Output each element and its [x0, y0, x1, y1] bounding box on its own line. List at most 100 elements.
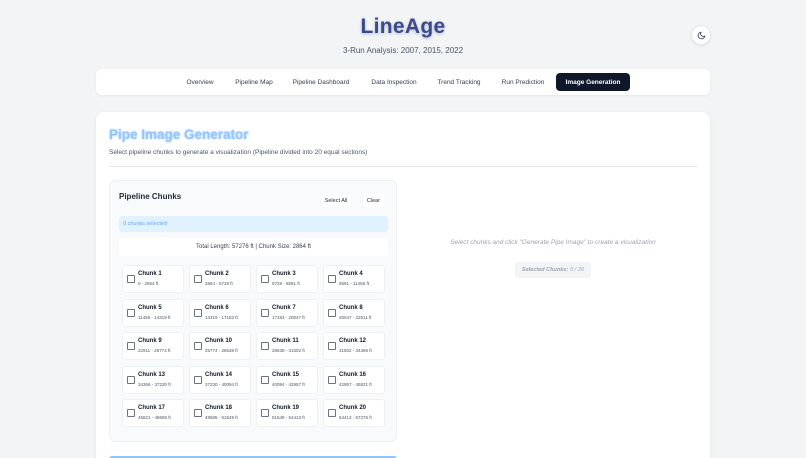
- chunk-item[interactable]: Chunk 13 34366 - 37230 ft: [122, 365, 184, 394]
- chunk-checkbox[interactable]: [261, 308, 269, 317]
- chunk-checkbox[interactable]: [127, 375, 135, 384]
- chunk-item[interactable]: Chunk 3 5728 - 8591 ft: [256, 265, 318, 293]
- chunk-name: Chunk 5: [138, 304, 162, 311]
- chunk-range: 25774 - 28638 ft: [205, 348, 238, 353]
- chunk-checkbox[interactable]: [127, 308, 135, 317]
- image-preview-area: Select chunks and click "Generate Pipe I…: [409, 180, 697, 442]
- chunk-item[interactable]: Chunk 9 22911 - 25774 ft: [122, 332, 184, 360]
- chunk-name: Chunk 7: [272, 304, 296, 311]
- chunk-checkbox[interactable]: [328, 375, 336, 384]
- chunk-item[interactable]: Chunk 8 20047 - 22911 ft: [323, 298, 385, 327]
- chunk-range: 22911 - 25774 ft: [138, 348, 171, 353]
- chunk-range: 42957 - 45821 ft: [339, 381, 372, 387]
- chunk-checkbox[interactable]: [261, 275, 269, 283]
- chunk-range: 28638 - 31502 ft: [272, 348, 305, 353]
- chunk-item[interactable]: Chunk 10 25774 - 28638 ft: [189, 332, 251, 360]
- chunk-range: 2864 - 5728 ft: [205, 281, 233, 286]
- chunk-item[interactable]: Chunk 7 17183 - 20047 ft: [256, 298, 318, 327]
- chunk-range: 54413 - 57276 ft: [339, 415, 372, 420]
- chunk-name: Chunk 13: [138, 371, 166, 378]
- select-all-button[interactable]: Select All: [321, 194, 351, 207]
- total-length-info: Total Length: 57276 ft | Chunk Size: 286…: [119, 238, 388, 256]
- chunk-name: Chunk 3: [272, 271, 296, 277]
- chunk-checkbox[interactable]: [194, 275, 202, 283]
- chunk-range: 37230 - 40094 ft: [205, 381, 238, 387]
- chunk-item[interactable]: Chunk 14 37230 - 40094 ft: [189, 365, 251, 394]
- chunk-name: Chunk 9: [138, 338, 162, 344]
- chunk-range: 5728 - 8591 ft: [272, 281, 300, 286]
- chunk-name: Chunk 10: [205, 338, 233, 344]
- divider: [109, 166, 697, 167]
- chunk-checkbox[interactable]: [328, 409, 336, 417]
- chunk-item[interactable]: Chunk 1 0 - 2864 ft: [122, 265, 184, 293]
- chunk-checkbox[interactable]: [194, 375, 202, 384]
- chunk-item[interactable]: Chunk 5 11455 - 14319 ft: [122, 298, 184, 327]
- tab-pipeline-dashboard[interactable]: Pipeline Dashboard: [289, 73, 353, 91]
- chunk-checkbox[interactable]: [328, 275, 336, 283]
- chunk-checkbox[interactable]: [261, 409, 269, 417]
- chunk-name: Chunk 12: [339, 338, 367, 344]
- moon-icon: [697, 31, 705, 39]
- theme-toggle-button[interactable]: [691, 25, 711, 45]
- chunk-name: Chunk 1: [138, 271, 162, 277]
- clear-button[interactable]: Clear: [363, 194, 384, 207]
- chunk-item[interactable]: Chunk 16 42957 - 45821 ft: [323, 365, 385, 394]
- tab-pipeline-map[interactable]: Pipeline Map: [230, 73, 278, 91]
- chunk-name: Chunk 16: [339, 371, 367, 378]
- chunk-name: Chunk 17: [138, 405, 166, 411]
- chunk-item[interactable]: Chunk 6 14319 - 17183 ft: [189, 298, 251, 327]
- chunk-checkbox[interactable]: [261, 342, 269, 350]
- chunk-name: Chunk 11: [272, 338, 299, 344]
- chunk-range: 45821 - 48685 ft: [138, 415, 171, 420]
- chunk-range: 14319 - 17183 ft: [205, 314, 238, 320]
- panel-title: Pipeline Chunks: [119, 192, 182, 201]
- chunk-range: 17183 - 20047 ft: [272, 314, 305, 320]
- chunk-range: 20047 - 22911 ft: [339, 314, 372, 320]
- chunk-checkbox[interactable]: [127, 342, 135, 350]
- chunk-name: Chunk 15: [272, 371, 300, 378]
- app-subtitle: 3-Run Analysis: 2007, 2015, 2022: [342, 46, 464, 55]
- tab-trend-tracking[interactable]: Trend Tracking: [432, 73, 486, 91]
- chunk-name: Chunk 19: [272, 405, 300, 411]
- chunk-checkbox[interactable]: [127, 275, 135, 283]
- chunk-item[interactable]: Chunk 20 54413 - 57276 ft: [323, 399, 385, 427]
- chunk-item[interactable]: Chunk 11 28638 - 31502 ft: [256, 332, 318, 360]
- chunk-name: Chunk 6: [205, 304, 229, 311]
- chunk-checkbox[interactable]: [328, 342, 336, 350]
- selected-chunks-label: Selected Chunks:: [522, 267, 569, 273]
- chunk-name: Chunk 2: [205, 271, 229, 277]
- chunk-checkbox[interactable]: [194, 409, 202, 417]
- chunk-item[interactable]: Chunk 4 8591 - 11455 ft: [323, 265, 385, 293]
- pipeline-chunks-panel: Pipeline Chunks Select All Clear 0 chunk…: [109, 180, 397, 442]
- app-header: LineAge 3-Run Analysis: 2007, 2015, 2022: [0, 0, 806, 70]
- chunk-name: Chunk 4: [339, 271, 363, 277]
- chunk-item[interactable]: Chunk 19 51549 - 54413 ft: [256, 399, 318, 427]
- chunk-item[interactable]: Chunk 18 48685 - 51549 ft: [189, 399, 251, 427]
- chunk-checkbox[interactable]: [194, 342, 202, 350]
- chunk-checkbox[interactable]: [127, 409, 135, 417]
- chunk-item[interactable]: Chunk 12 31502 - 34366 ft: [323, 332, 385, 360]
- tab-data-inspection[interactable]: Data Inspection: [366, 73, 422, 91]
- chunk-item[interactable]: Chunk 17 45821 - 48685 ft: [122, 399, 184, 427]
- chunk-checkbox[interactable]: [261, 375, 269, 384]
- chunk-range: 40094 - 42957 ft: [272, 381, 305, 387]
- chunk-range: 8591 - 11455 ft: [339, 281, 369, 286]
- chunk-range: 31502 - 34366 ft: [339, 348, 372, 353]
- chunk-item[interactable]: Chunk 2 2864 - 5728 ft: [189, 265, 251, 293]
- chunk-range: 48685 - 51549 ft: [205, 415, 238, 420]
- chunk-name: Chunk 18: [205, 405, 233, 411]
- chunk-range: 11455 - 14319 ft: [138, 314, 171, 320]
- chunk-name: Chunk 20: [339, 405, 367, 411]
- tab-run-prediction[interactable]: Run Prediction: [497, 73, 549, 91]
- chunk-checkbox[interactable]: [194, 308, 202, 317]
- selected-count-banner: 0 chunks selected: [119, 216, 388, 232]
- chunk-item[interactable]: Chunk 15 40094 - 42957 ft: [256, 365, 318, 394]
- generator-title: Pipe Image Generator: [109, 127, 249, 142]
- tab-overview[interactable]: Overview: [180, 73, 220, 91]
- selected-chunks-indicator: Selected Chunks: 0 / 20: [515, 262, 591, 278]
- generator-description: Select pipeline chunks to generate a vis…: [109, 149, 368, 156]
- chunk-checkbox[interactable]: [328, 308, 336, 317]
- chunk-name: Chunk 8: [339, 304, 363, 311]
- chunk-name: Chunk 14: [205, 371, 233, 378]
- tab-image-generation[interactable]: Image Generation: [556, 73, 630, 91]
